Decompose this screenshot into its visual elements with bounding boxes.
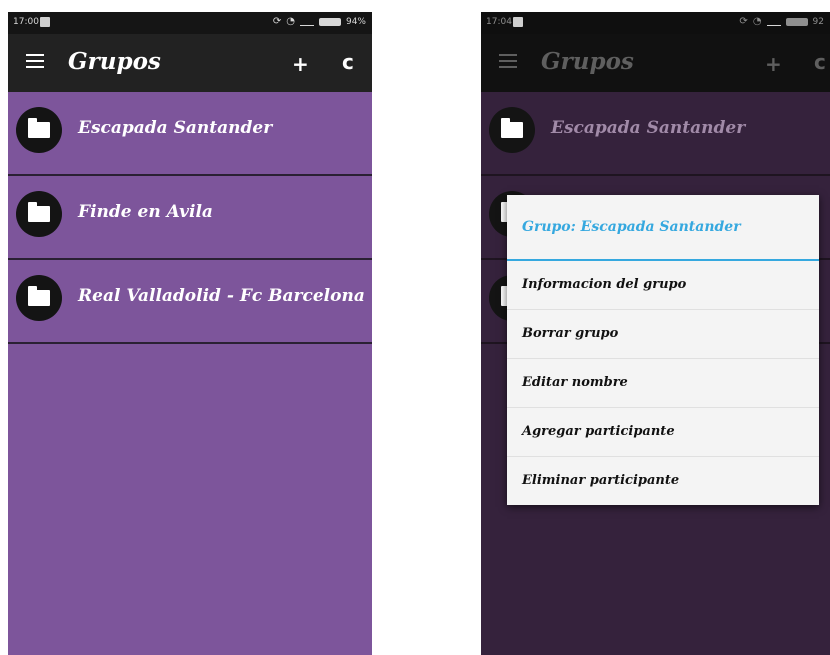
list-item[interactable]: Real Valladolid - Fc Barcelona [8,260,372,344]
option-remove-participant[interactable]: Eliminar participante [507,457,819,505]
app-bar: Grupos + c [481,34,830,92]
wifi-icon: ◔ [286,16,295,27]
list-item[interactable]: Escapada Santander [8,92,372,176]
group-list: Escapada Santander Finde en Avila Real V… [8,92,372,344]
refresh-icon[interactable]: c [814,50,826,74]
status-bar: 17:00 ⟳ ◔ 94% [8,12,372,34]
sync-icon: ⟳ [272,16,282,27]
add-group-icon[interactable]: + [765,52,782,76]
battery-icon [318,17,341,26]
battery-level: 92 [812,16,824,27]
page-title: Grupos [68,48,161,75]
group-name: Finde en Avila [78,202,213,222]
group-name: Escapada Santander [78,118,273,138]
page-title: Grupos [541,48,634,75]
sync-icon: ⟳ [739,16,748,27]
add-group-icon[interactable]: + [292,52,309,76]
option-delete-group[interactable]: Borrar grupo [507,310,819,359]
group-name: Real Valladolid - Fc Barcelona [78,286,365,306]
group-options-dialog: Grupo: Escapada Santander Informacion de… [507,195,819,505]
status-time: 17:00 [13,17,39,27]
dialog-title: Grupo: Escapada Santander [507,195,819,261]
wifi-icon: ◔ [752,16,762,27]
option-group-info[interactable]: Informacion del grupo [507,261,819,310]
group-name: Escapada Santander [551,118,746,138]
folder-icon [16,107,62,153]
folder-icon [16,275,62,321]
list-item[interactable]: Finde en Avila [8,176,372,260]
option-edit-name[interactable]: Editar nombre [507,359,819,408]
phone-screen-right: 17:04 ⟳ ◔ 92 Grupos + c Escapada Santand… [481,12,830,655]
refresh-icon[interactable]: c [342,50,354,74]
menu-icon[interactable] [26,54,44,68]
signal-icon [299,17,314,26]
phone-screen-left: 17:00 ⟳ ◔ 94% Grupos + c Escapada Santan… [8,12,372,655]
signal-icon [766,17,781,26]
app-bar: Grupos + c [8,34,372,92]
battery-level: 94% [345,16,366,27]
folder-icon [16,191,62,237]
battery-icon [785,17,808,26]
notification-icon [40,17,50,27]
status-time: 17:04 [486,17,512,27]
list-item[interactable]: Escapada Santander [481,92,830,176]
notification-icon [513,17,523,27]
menu-icon[interactable] [499,54,517,68]
option-add-participant[interactable]: Agregar participante [507,408,819,457]
folder-icon [489,107,535,153]
status-bar: 17:04 ⟳ ◔ 92 [481,12,830,34]
